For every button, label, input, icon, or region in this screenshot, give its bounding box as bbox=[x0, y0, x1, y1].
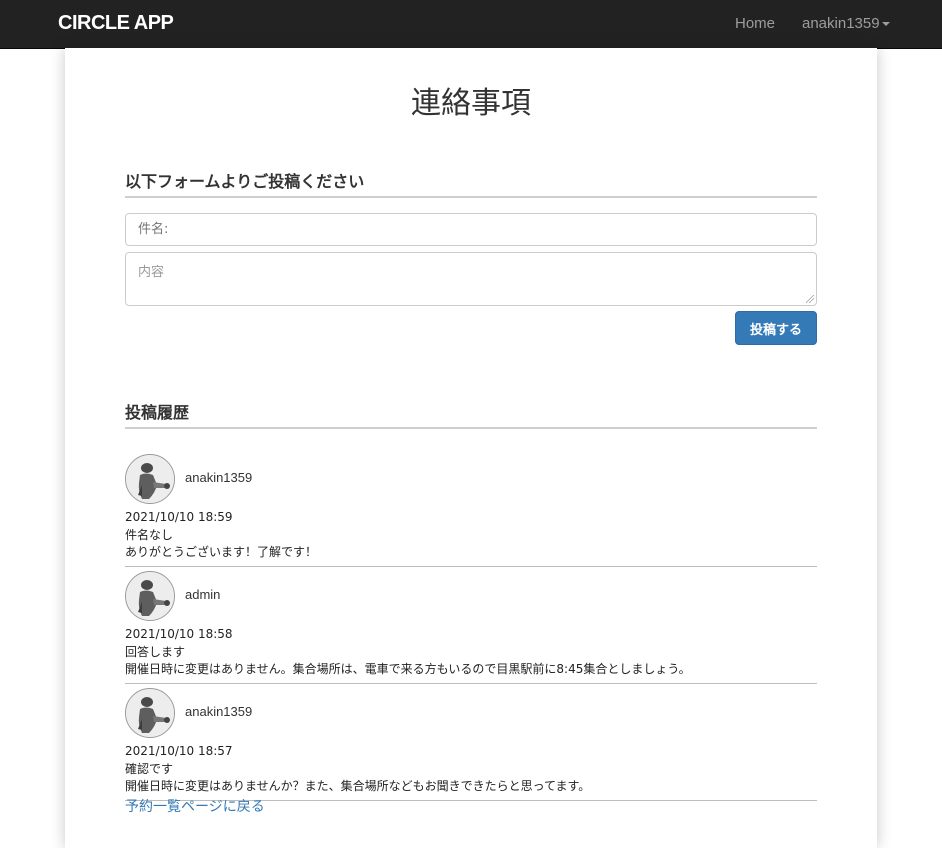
navbar: CIRCLE APP Home anakin1359 bbox=[0, 0, 942, 49]
avatar bbox=[125, 688, 175, 738]
post-body: 開催日時に変更はありませんか？また、集合場所などもお聞きできたらと思ってます。 bbox=[125, 779, 591, 793]
post-body: ありがとうございます！了解です！ bbox=[125, 545, 318, 559]
avatar bbox=[125, 571, 175, 621]
post-item: admin 2021/10/10 18:58 回答します 開催日時に変更はありま… bbox=[125, 571, 817, 684]
figure-avatar-icon bbox=[126, 689, 174, 737]
form-heading: 以下フォームよりご投稿ください bbox=[125, 168, 817, 198]
caret-down-icon bbox=[881, 22, 890, 27]
figure-avatar-icon bbox=[126, 455, 174, 503]
post-subject: 回答します bbox=[125, 645, 186, 659]
post-subject: 確認です bbox=[125, 762, 174, 776]
user-menu-label: anakin1359 bbox=[802, 15, 880, 32]
resize-grip-icon[interactable] bbox=[806, 295, 814, 303]
history-heading: 投稿履歴 bbox=[125, 399, 817, 429]
page-title: 連絡事項 bbox=[411, 86, 531, 121]
post-author: anakin1359 bbox=[185, 704, 253, 719]
back-to-reservations-link[interactable]: 予約一覧ページに戻る bbox=[125, 796, 265, 816]
post-timestamp: 2021/10/10 18:59 bbox=[125, 510, 233, 524]
content-placeholder: 内容 bbox=[138, 265, 165, 280]
subject-input[interactable] bbox=[125, 213, 817, 246]
post-subject: 件名なし bbox=[125, 528, 174, 542]
post-timestamp: 2021/10/10 18:57 bbox=[125, 744, 233, 758]
submit-post-button[interactable]: 投稿する bbox=[735, 311, 817, 345]
post-item: anakin1359 2021/10/10 18:57 確認です 開催日時に変更… bbox=[125, 688, 817, 801]
post-body: 開催日時に変更はありません。集合場所は、電車で来る方もいるので目黒駅前に8:45… bbox=[125, 662, 691, 676]
nav-home-link[interactable]: Home bbox=[735, 15, 775, 32]
post-item: anakin1359 2021/10/10 18:59 件名なし ありがとうござ… bbox=[125, 454, 817, 567]
main-card: 連絡事項 以下フォームよりご投稿ください 内容 投稿する 投稿履歴 anakin… bbox=[65, 48, 877, 848]
content-textarea[interactable]: 内容 bbox=[125, 252, 817, 306]
post-author: admin bbox=[185, 587, 221, 602]
avatar bbox=[125, 454, 175, 504]
user-menu-dropdown[interactable]: anakin1359 bbox=[802, 15, 890, 32]
brand-logo[interactable]: CIRCLE APP bbox=[58, 12, 174, 35]
post-timestamp: 2021/10/10 18:58 bbox=[125, 627, 233, 641]
post-author: anakin1359 bbox=[185, 470, 253, 485]
figure-avatar-icon bbox=[126, 572, 174, 620]
